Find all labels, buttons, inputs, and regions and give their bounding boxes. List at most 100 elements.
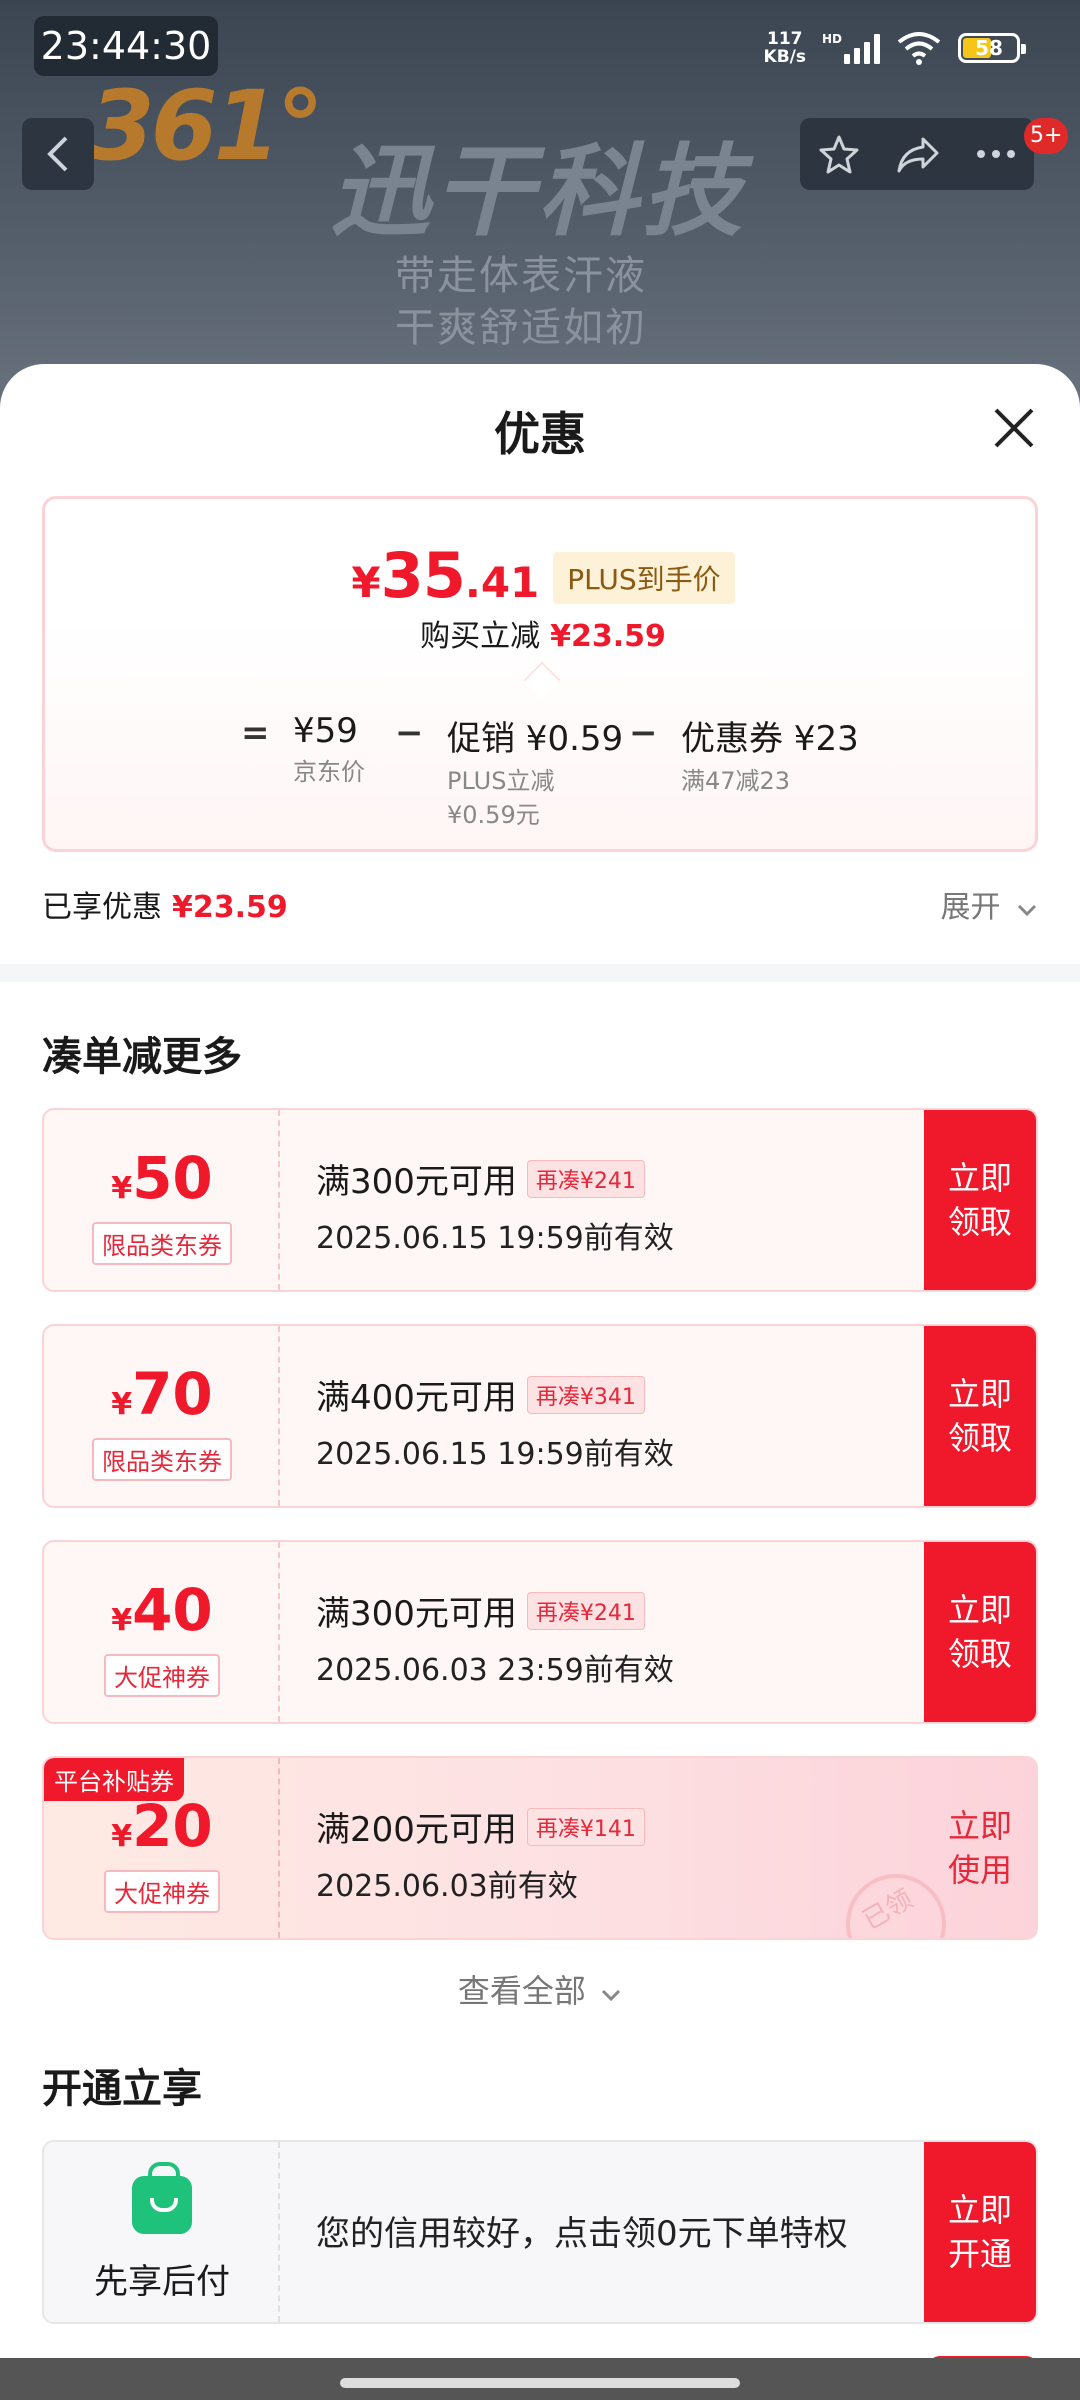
chevron-left-icon	[47, 136, 68, 172]
price-decimal: .41	[464, 558, 540, 607]
status-bar: 23:44:30 117 KB/s HD 58	[0, 0, 1080, 96]
coupon-expiry: 2025.06.15 19:59前有效	[316, 1221, 674, 1256]
pay-later-panel: 先享后付	[44, 2142, 280, 2322]
coupon-info: 满200元可用 再凑¥141 2025.06.03前有效	[316, 1802, 645, 1905]
coupon-sub-label: 满47减23	[681, 767, 791, 795]
pay-later-card: 先享后付 您的信用较好，点击领0元下单特权 立即 开通	[42, 2140, 1038, 2324]
network-speed-unit: KB/s	[763, 47, 806, 67]
home-indicator[interactable]	[340, 2378, 740, 2388]
platform-subsidy-tag: 平台补贴券	[44, 1758, 184, 1801]
coupon-info: 满300元可用 再凑¥241 2025.06.03 23:59前有效	[316, 1586, 674, 1689]
coupon-amount: ¥50	[44, 1144, 280, 1212]
plus-price-tag: PLUS到手价	[553, 552, 735, 604]
promo-term: 促销 ¥0.59 PLUS立减 ¥0.59元	[447, 711, 623, 832]
tagline-line-2: 干爽舒适如初	[395, 305, 647, 351]
claim-label-1: 立即	[947, 1591, 1012, 1629]
status-time: 23:44:30	[34, 16, 218, 76]
coupon-condition: 满200元可用	[316, 1810, 517, 1850]
coupon-info: 满300元可用 再凑¥241 2025.06.15 19:59前有效	[316, 1154, 674, 1257]
share-icon[interactable]	[895, 133, 941, 175]
equals-sign: =	[241, 713, 270, 753]
jd-price-term: ¥59 京东价	[293, 711, 365, 789]
enjoyed-amount: ¥23.59	[172, 890, 288, 925]
coupon-yen: ¥	[111, 1819, 133, 1854]
add-more-badge: 再凑¥241	[526, 1591, 645, 1630]
price-calculation: = ¥59 京东价 − 促销 ¥0.59 PLUS立减 ¥0.59元 − 优惠券…	[45, 711, 1041, 831]
section-divider	[0, 964, 1080, 982]
more-icon[interactable]	[976, 149, 1016, 159]
minus-sign: −	[395, 713, 424, 753]
coupon-amount: ¥70	[44, 1360, 280, 1428]
chevron-down-icon	[602, 1989, 621, 2002]
claim-label-2: 领取	[947, 1419, 1012, 1457]
coupon-value: 优惠券 ¥23	[681, 719, 859, 759]
message-badge: 5+	[1024, 118, 1069, 154]
brand-name: 迅干科技	[330, 133, 746, 250]
network-speed: 117 KB/s	[764, 30, 806, 66]
coupon-card: ¥40 大促神券 满300元可用 再凑¥241 2025.06.03 23:59前…	[42, 1540, 1038, 1724]
pay-later-label: 先享后付	[94, 2262, 230, 2302]
coupon-yen: ¥	[111, 1603, 133, 1638]
final-price: ¥ 35 .41 PLUS到手价	[45, 539, 1041, 612]
claim-label-1: 立即	[947, 1375, 1012, 1413]
use-coupon-button[interactable]: 立即 使用	[924, 1758, 1036, 1938]
add-more-badge: 再凑¥241	[526, 1159, 645, 1198]
price-integer: 35	[380, 539, 466, 612]
status-indicators: 117 KB/s HD 58	[764, 30, 1026, 66]
coupon-amount: ¥20	[44, 1792, 280, 1860]
coupon-amount: ¥40	[44, 1576, 280, 1644]
claim-label-2: 领取	[947, 1635, 1012, 1673]
view-all-link[interactable]: 查看全部	[0, 1966, 1080, 2012]
claim-coupon-button[interactable]: 立即 领取	[924, 1326, 1036, 1506]
instant-discount-amount: ¥23.59	[550, 619, 666, 654]
claim-coupon-button[interactable]: 立即 领取	[924, 1542, 1036, 1722]
final-price-value: ¥ 35 .41	[351, 539, 539, 612]
close-icon[interactable]	[990, 404, 1038, 452]
coupon-condition: 满300元可用	[316, 1594, 517, 1634]
claim-label-1: 立即	[947, 1159, 1012, 1197]
activate-label-1: 立即	[947, 2191, 1012, 2229]
back-button[interactable]	[22, 118, 94, 190]
coupon-condition: 满400元可用	[316, 1378, 517, 1418]
coupon-amount-number: 40	[132, 1576, 213, 1644]
network-type: HD	[821, 32, 842, 46]
minus-sign: −	[629, 713, 658, 753]
coupon-card: ¥50 限品类东券 满300元可用 再凑¥241 2025.06.15 19:59…	[42, 1108, 1038, 1292]
sheet-title: 优惠	[494, 407, 586, 461]
coupon-expiry: 2025.06.03 23:59前有效	[316, 1653, 674, 1688]
brand-tagline: 带走体表汗液 干爽舒适如初	[395, 250, 647, 354]
shopping-bag-icon	[132, 2162, 192, 2234]
activate-button[interactable]: 立即 开通	[924, 2142, 1036, 2322]
coupon-value-panel: ¥40 大促神券	[44, 1542, 280, 1722]
battery-icon: 58	[958, 33, 1026, 63]
coupon-card: ¥70 限品类东券 满400元可用 再凑¥341 2025.06.15 19:59…	[42, 1324, 1038, 1508]
instant-discount-line: 购买立减 ¥23.59	[45, 611, 1041, 655]
coupon-type-badge: 大促神券	[104, 1654, 220, 1697]
coupon-term: 优惠券 ¥23 满47减23	[681, 711, 859, 798]
pay-later-description: 您的信用较好，点击领0元下单特权	[316, 2214, 848, 2254]
coupon-type-badge: 大促神券	[104, 1870, 220, 1913]
coupon-amount-number: 20	[132, 1792, 213, 1860]
enjoyed-discount: 已享优惠 ¥23.59	[42, 882, 288, 926]
navigation-bar	[0, 2358, 1080, 2400]
tagline-line-1: 带走体表汗液	[395, 253, 647, 299]
wifi-icon	[897, 32, 941, 65]
add-more-badge: 再凑¥341	[526, 1375, 645, 1414]
use-label-1: 立即	[947, 1807, 1012, 1845]
expand-toggle[interactable]: 展开	[940, 882, 1038, 926]
star-icon[interactable]	[818, 133, 860, 175]
promo-sub-label: PLUS立减	[447, 767, 555, 795]
promo-value: 促销 ¥0.59	[447, 719, 624, 759]
coupon-amount-number: 70	[132, 1360, 213, 1428]
jd-price-value: ¥59	[293, 711, 358, 751]
coupon-type-badge: 限品类东券	[92, 1222, 232, 1265]
network-speed-value: 117	[767, 29, 803, 49]
coupon-yen: ¥	[111, 1387, 133, 1422]
promo-sub-amount: ¥0.59元	[447, 801, 540, 829]
price-breakdown-card: ¥ 35 .41 PLUS到手价 购买立减 ¥23.59 = ¥59 京东价 − …	[42, 496, 1038, 852]
currency-symbol: ¥	[351, 558, 381, 607]
cell-signal-icon: HD	[822, 32, 880, 64]
pointer-caret	[523, 661, 561, 699]
claim-coupon-button[interactable]: 立即 领取	[924, 1110, 1036, 1290]
coupon-value-panel: ¥50 限品类东券	[44, 1110, 280, 1290]
